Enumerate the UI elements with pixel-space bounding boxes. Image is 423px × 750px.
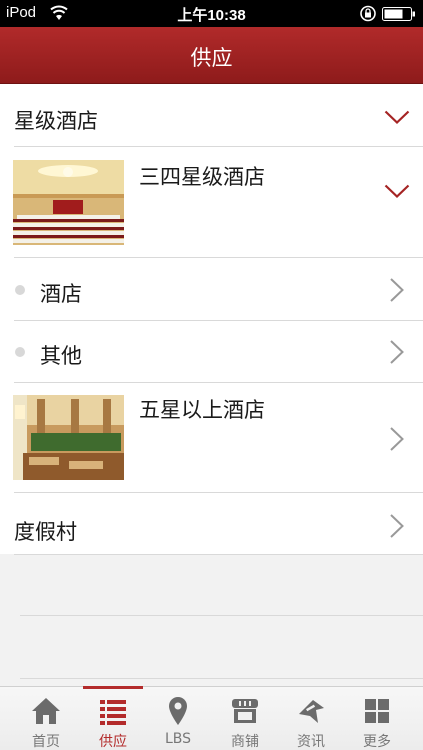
tab-news[interactable]: 资讯: [276, 687, 346, 750]
bullet-icon: [15, 285, 25, 295]
category-label: 星级酒店: [14, 109, 98, 133]
rotation-lock-icon: [360, 5, 376, 22]
divider: [20, 678, 423, 679]
group-five-star-hotels[interactable]: 五星以上酒店: [0, 383, 423, 492]
group-label: 三四星级酒店: [139, 165, 265, 189]
tab-bar: 首页 供应 LBS 商铺 资讯 更多: [0, 686, 423, 750]
hotel-conference-image: [13, 160, 124, 245]
tab-label: 资讯: [297, 734, 325, 750]
category-label: 度假村: [14, 520, 77, 544]
location-pin-icon: [169, 697, 187, 725]
category-resort[interactable]: 度假村: [0, 493, 423, 554]
bullet-icon: [15, 347, 25, 357]
list-item-other[interactable]: 其他: [0, 321, 423, 382]
tab-lbs[interactable]: LBS: [143, 687, 213, 750]
home-icon: [32, 698, 60, 724]
tab-more[interactable]: 更多: [342, 687, 412, 750]
hotel-restaurant-image: [13, 395, 124, 480]
tab-label: 首页: [32, 734, 60, 750]
tab-label: 商铺: [231, 734, 259, 750]
content-area: 星级酒店 三四星级酒店 酒店 其他 五星以上酒店 度假村: [0, 84, 423, 686]
status-bar: iPod 上午10:38: [0, 0, 423, 27]
header-bar: 供应: [0, 27, 423, 84]
chevron-right-icon: [390, 278, 404, 302]
active-tab-indicator: [83, 686, 143, 689]
page-title: 供应: [190, 46, 233, 70]
list-item-hotel[interactable]: 酒店: [0, 258, 423, 320]
store-icon: [232, 699, 258, 723]
chevron-right-icon: [390, 340, 404, 364]
list-item-label: 酒店: [40, 282, 82, 306]
chevron-right-icon: [390, 427, 404, 451]
category-star-hotels[interactable]: 星级酒店: [0, 84, 423, 146]
group-three-four-star-hotels[interactable]: 三四星级酒店: [0, 147, 423, 257]
tab-label: 更多: [363, 734, 391, 750]
news-icon: [299, 700, 324, 723]
list-item-label: 其他: [40, 344, 82, 368]
tab-store[interactable]: 商铺: [210, 687, 280, 750]
tab-supply[interactable]: 供应: [78, 686, 148, 750]
chevron-right-icon: [390, 514, 404, 538]
list-icon: [100, 700, 126, 725]
chevron-down-icon: [384, 184, 410, 199]
tab-label: LBS: [164, 731, 192, 747]
battery-icon: [382, 7, 415, 21]
divider: [20, 615, 423, 616]
tab-label: 供应: [99, 734, 127, 750]
chevron-down-icon: [384, 110, 410, 125]
group-label: 五星以上酒店: [139, 398, 265, 422]
grid-icon: [365, 699, 389, 723]
divider: [14, 554, 423, 555]
tab-home[interactable]: 首页: [11, 687, 81, 750]
